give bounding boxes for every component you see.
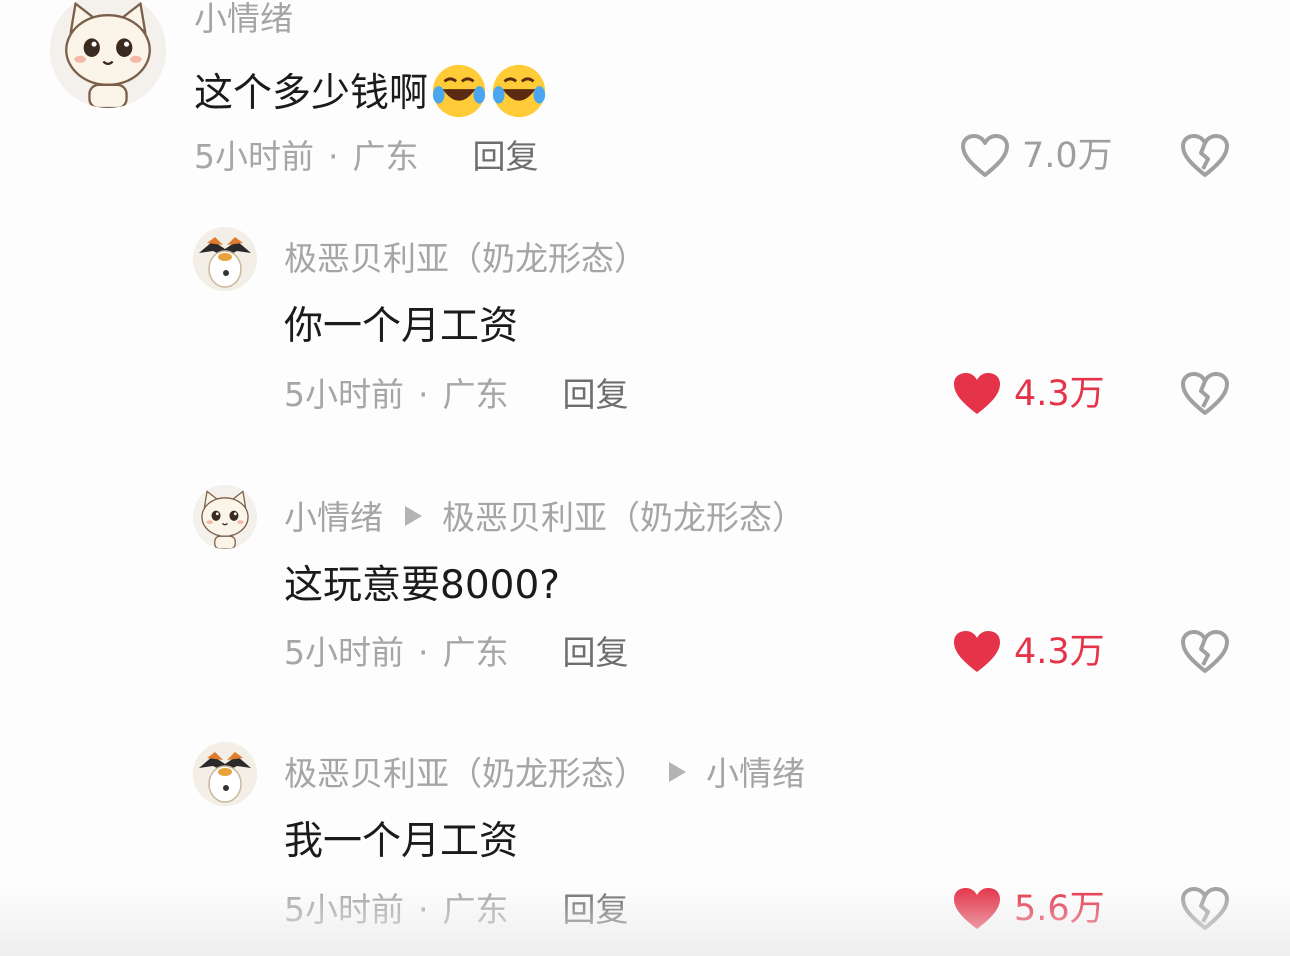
reply-button[interactable]: 回复: [563, 633, 629, 672]
reply-button[interactable]: 回复: [473, 137, 539, 176]
timestamp: 5小时前: [284, 633, 404, 672]
broken-heart-icon[interactable]: [1180, 133, 1230, 179]
comment-meta: 5小时前 · 广东 回复: [284, 378, 629, 411]
broken-heart-icon[interactable]: [1180, 371, 1230, 417]
author-name[interactable]: 小情绪: [284, 498, 383, 537]
avatar[interactable]: [50, 0, 166, 108]
like-button[interactable]: 4.3万: [952, 629, 1105, 675]
cat-avatar-icon: [193, 485, 257, 549]
reply-target-name[interactable]: 小情绪: [706, 754, 805, 793]
heart-filled-icon[interactable]: [952, 629, 1002, 675]
comment-text: 这个多少钱啊: [194, 62, 548, 120]
like-button[interactable]: 7.0万: [960, 133, 1113, 179]
cat-avatar-icon: [50, 0, 166, 108]
username: 小情绪 极恶贝利亚（奶龙形态）: [284, 501, 805, 534]
penguin-avatar-icon: [193, 227, 257, 291]
like-count: 4.3万: [1014, 631, 1105, 672]
location: 广东: [442, 633, 509, 672]
broken-heart-icon[interactable]: [1180, 629, 1230, 675]
broken-heart-icon[interactable]: [1180, 886, 1230, 932]
like-count: 4.3万: [1014, 373, 1105, 414]
rolling-laughing-emoji-icon: [430, 62, 488, 120]
location: 广东: [442, 890, 509, 929]
heart-filled-icon[interactable]: [952, 371, 1002, 417]
comment-meta: 5小时前 · 广东 回复: [284, 893, 629, 926]
username: 极恶贝利亚（奶龙形态） 小情绪: [284, 757, 805, 790]
like-button[interactable]: 4.3万: [952, 371, 1105, 417]
rolling-laughing-emoji-icon: [490, 62, 548, 120]
separator: ·: [418, 633, 429, 672]
separator: ·: [328, 137, 339, 176]
like-button[interactable]: 5.6万: [952, 886, 1105, 932]
separator: ·: [418, 375, 429, 414]
avatar[interactable]: [193, 227, 257, 291]
reply-button[interactable]: 回复: [563, 375, 629, 414]
comment-text: 你一个月工资: [284, 304, 519, 349]
location: 广东: [352, 137, 419, 176]
timestamp: 5小时前: [284, 375, 404, 414]
reply-arrow-icon: [669, 762, 686, 782]
avatar[interactable]: [193, 742, 257, 806]
heart-outline-icon[interactable]: [960, 133, 1010, 179]
separator: ·: [418, 890, 429, 929]
timestamp: 5小时前: [284, 890, 404, 929]
comment-thread: 小情绪 这个多少钱啊 5小时前 · 广东 回复 7.0万 极恶贝利亚（奶龙形态）…: [0, 0, 1290, 956]
timestamp: 5小时前: [194, 137, 314, 176]
comment-text: 这玩意要8000?: [284, 563, 560, 608]
reply-arrow-icon: [405, 506, 422, 526]
comment-text: 我一个月工资: [284, 819, 519, 864]
comment-meta: 5小时前 · 广东 回复: [284, 636, 629, 669]
reply-button[interactable]: 回复: [563, 890, 629, 929]
comment-meta: 5小时前 · 广东 回复: [194, 140, 539, 173]
penguin-avatar-icon: [193, 742, 257, 806]
heart-filled-icon[interactable]: [952, 886, 1002, 932]
like-count: 7.0万: [1022, 135, 1113, 176]
like-count: 5.6万: [1014, 888, 1105, 929]
location: 广东: [442, 375, 509, 414]
username[interactable]: 极恶贝利亚（奶龙形态）: [284, 242, 647, 275]
username[interactable]: 小情绪: [194, 2, 293, 35]
reply-target-name[interactable]: 极恶贝利亚（奶龙形态）: [442, 498, 805, 537]
author-name[interactable]: 极恶贝利亚（奶龙形态）: [284, 754, 647, 793]
avatar[interactable]: [193, 485, 257, 549]
